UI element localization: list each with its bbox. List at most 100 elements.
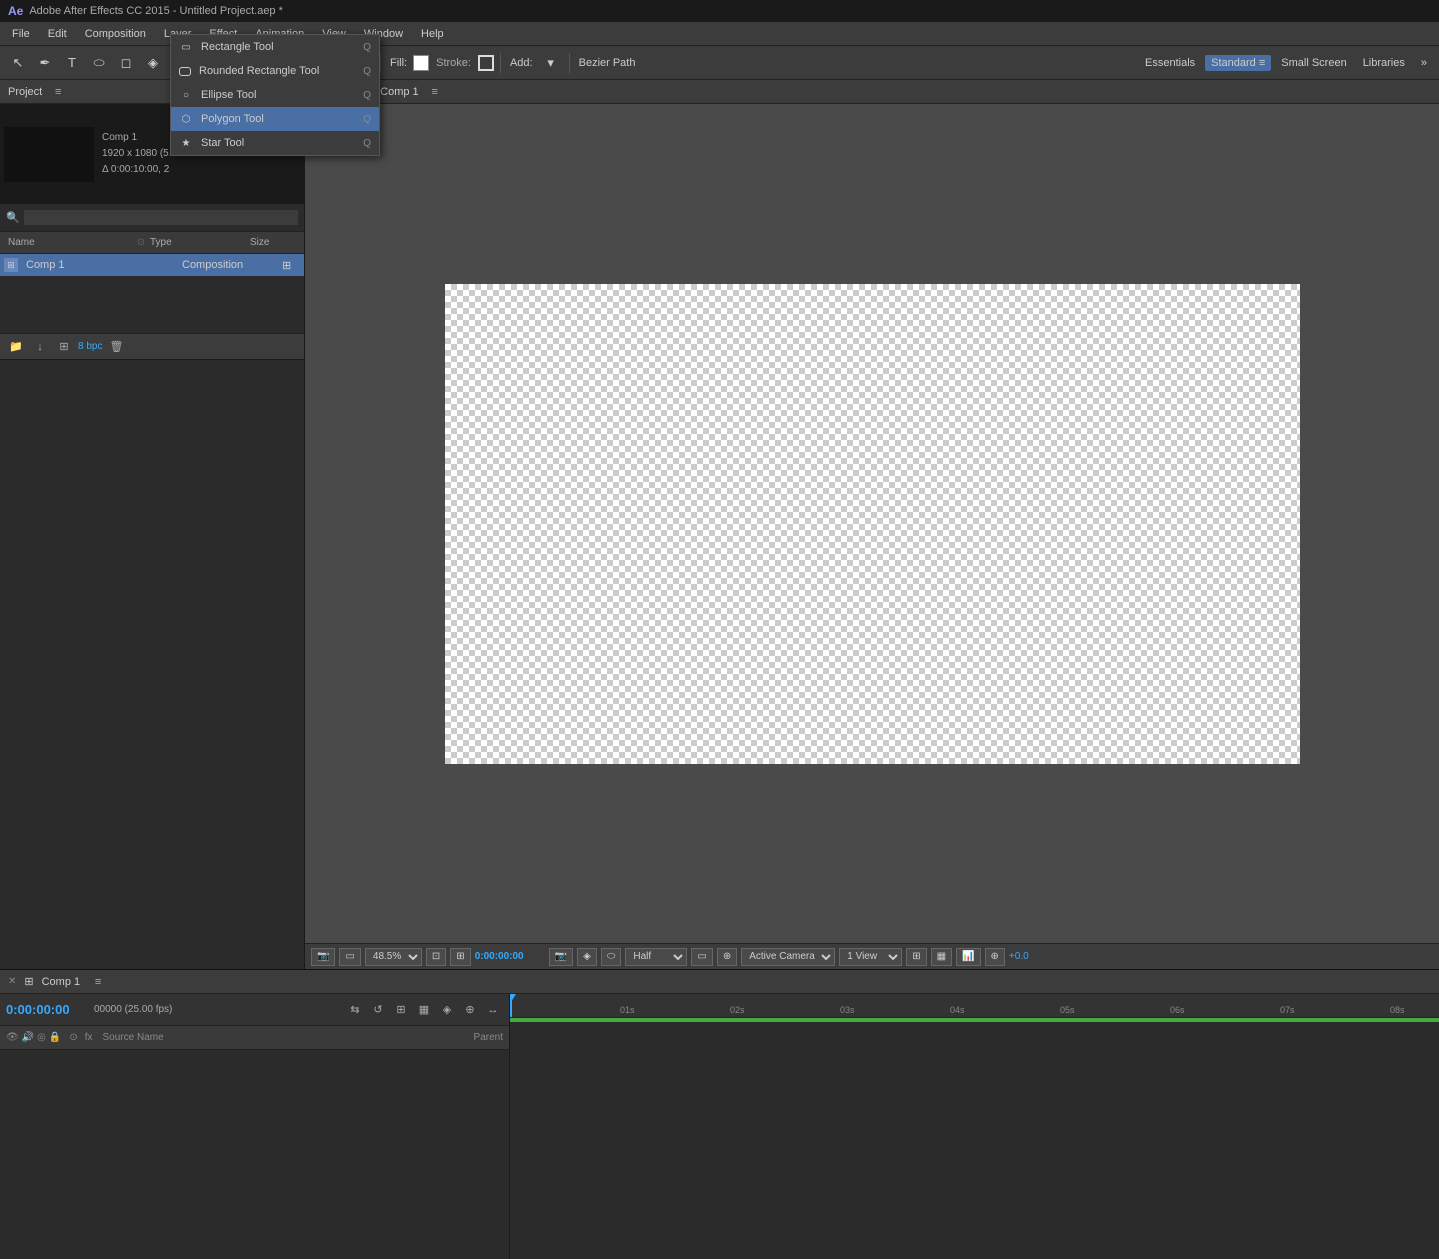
timeline-comp-name: Comp 1	[42, 976, 81, 988]
rounded-rect-shortcut: Q	[363, 66, 371, 77]
menu-composition[interactable]: Composition	[77, 25, 154, 43]
col-label-icon: ⊙	[69, 1032, 77, 1043]
pen-tool[interactable]: ✒	[33, 51, 57, 75]
dropdown-item-ellipse[interactable]: ○ Ellipse Tool Q	[171, 83, 379, 107]
dropdown-item-rectangle-left: ▭ Rectangle Tool	[179, 40, 274, 54]
add-dropdown-btn[interactable]: ▾	[539, 51, 563, 75]
stroke-label: Stroke:	[436, 57, 471, 69]
ws-libraries[interactable]: Libraries	[1357, 55, 1411, 71]
import-icon[interactable]: ↓	[30, 337, 50, 357]
new-folder-icon[interactable]: 📁	[6, 337, 26, 357]
ws-small-screen[interactable]: Small Screen	[1275, 55, 1352, 71]
render-btn[interactable]: ▦	[931, 948, 952, 966]
timeline-tool-buttons: ⇆ ↺ ⊞ ▦ ◈ ⊕ ↔	[345, 1000, 503, 1020]
camera-snapshot-btn[interactable]: 📷	[549, 948, 573, 966]
star-icon: ★	[179, 136, 193, 150]
project-item-name: Comp 1	[22, 259, 182, 271]
timeline-track-area	[510, 1018, 1439, 1259]
comp-panel-menu[interactable]: ≡	[425, 82, 445, 102]
timeline-tool1[interactable]: ⇆	[345, 1000, 365, 1020]
timeline-tool6[interactable]: ⊕	[460, 1000, 480, 1020]
ellipse-shortcut: Q	[363, 90, 371, 101]
project-item-comp1[interactable]: ⊞ Comp 1 Composition ⊞	[0, 254, 304, 276]
timeline-tool5[interactable]: ◈	[437, 1000, 457, 1020]
quality-select[interactable]: Half Full Quarter	[625, 948, 687, 966]
show-channel-btn[interactable]: ▭	[339, 948, 360, 966]
3d-btn[interactable]: ⊕	[985, 948, 1005, 966]
dropdown-item-rounded-rect[interactable]: Rounded Rectangle Tool Q	[171, 59, 379, 83]
timeline-tool3[interactable]: ⊞	[391, 1000, 411, 1020]
comp-area: Composition Comp 1 ≡ 📷 ▭ 48.5% 100% 50% …	[305, 80, 1439, 969]
ellipse-label: Ellipse Tool	[201, 89, 256, 101]
brush-tool[interactable]: ⬭	[87, 51, 111, 75]
timeline-close-btn[interactable]: ✕	[8, 976, 16, 987]
vis-icon: 👁	[6, 1032, 19, 1043]
snapshot-btn[interactable]: 📷	[311, 948, 335, 966]
star-label: Star Tool	[201, 137, 244, 149]
toolbar-sep-3	[380, 53, 381, 73]
ruler-mark-08s: 08s	[1390, 1005, 1405, 1015]
col-icon-space: ⊙	[132, 237, 150, 248]
project-panel-menu[interactable]: ≡	[48, 82, 68, 102]
menu-help[interactable]: Help	[413, 25, 452, 43]
comp-canvas	[305, 104, 1439, 943]
ws-more[interactable]: »	[1415, 55, 1433, 71]
bpc-label: 8 bpc	[78, 341, 102, 352]
ellipse-icon: ○	[179, 88, 193, 102]
comp-icon2: ⊞	[282, 259, 300, 272]
ws-standard[interactable]: Standard ≡	[1205, 55, 1271, 71]
timeline-column-headers: 👁 🔊 ◎ 🔒 ⊙ fx Source Name Parent	[0, 1026, 509, 1050]
timeline-tool2[interactable]: ↺	[368, 1000, 388, 1020]
stroke-color-swatch[interactable]	[478, 55, 494, 71]
lock-icon: 🔒	[49, 1032, 61, 1043]
polygon-icon: ⬡	[179, 112, 193, 126]
grid-btn[interactable]: ⊞	[450, 948, 470, 966]
timeline-ruler[interactable]: 01s 02s 03s 04s 05s 06s 07s 08s	[510, 994, 1439, 1018]
col-header-name: Name	[4, 237, 132, 248]
dropdown-item-polygon[interactable]: ⬡ Polygon Tool Q	[171, 107, 379, 131]
rounded-rect-label: Rounded Rectangle Tool	[199, 65, 319, 77]
transparency-btn[interactable]: ◈	[577, 948, 597, 966]
fast-preview-btn[interactable]: ▭	[691, 948, 712, 966]
audio-icon: 🔊	[22, 1032, 34, 1043]
trash-icon[interactable]: 🗑	[106, 337, 126, 357]
opengl-btn[interactable]: ⊕	[717, 948, 737, 966]
menu-file[interactable]: File	[4, 25, 38, 43]
dropdown-item-rounded-rect-left: Rounded Rectangle Tool	[179, 65, 319, 77]
work-area-bar[interactable]	[510, 1018, 1439, 1022]
selection-tool[interactable]: ↖	[6, 51, 30, 75]
timeline-tool7[interactable]: ↔	[483, 1000, 503, 1020]
shape-tool-dropdown[interactable]: ▭ Rectangle Tool Q Rounded Rectangle Too…	[170, 34, 380, 156]
camera-select[interactable]: Active Camera	[741, 948, 835, 966]
col-header-type: Type	[150, 237, 250, 248]
timeline-vis-icons: 👁 🔊 ◎ 🔒	[6, 1032, 61, 1043]
comp-flow-btn[interactable]: ⊞	[906, 948, 926, 966]
polygon-shortcut: Q	[363, 114, 371, 125]
fit-btn[interactable]: ⊡	[426, 948, 446, 966]
zoom-select[interactable]: 48.5% 100% 50% 25%	[365, 948, 422, 966]
new-comp-icon[interactable]: ⊞	[54, 337, 74, 357]
dropdown-item-polygon-left: ⬡ Polygon Tool	[179, 112, 264, 126]
view-select[interactable]: 1 View 2 Views 4 Views	[839, 948, 902, 966]
preview-info1: 1920 x 1080 (5.	[102, 146, 172, 162]
menu-edit[interactable]: Edit	[40, 25, 75, 43]
timeline-panel-menu[interactable]: ≡	[88, 972, 108, 992]
playhead[interactable]	[510, 994, 512, 1017]
text-tool[interactable]: T	[60, 51, 84, 75]
eraser-tool[interactable]: ◻	[114, 51, 138, 75]
dropdown-item-rectangle[interactable]: ▭ Rectangle Tool Q	[171, 35, 379, 59]
current-time-display[interactable]: 0:00:00:00	[6, 1002, 86, 1017]
ws-essentials[interactable]: Essentials	[1139, 55, 1201, 71]
comp-name-tab[interactable]: Comp 1	[380, 86, 419, 98]
ruler-mark-05s: 05s	[1060, 1005, 1075, 1015]
preview-info: Comp 1 1920 x 1080 (5. Δ 0:00:10:00, 2	[102, 130, 172, 178]
col-header-size: Size	[250, 237, 300, 248]
search-input[interactable]	[24, 210, 298, 225]
dropdown-item-star[interactable]: ★ Star Tool Q	[171, 131, 379, 155]
timeline-tool4[interactable]: ▦	[414, 1000, 434, 1020]
stamp-tool[interactable]: ◈	[141, 51, 165, 75]
graph-btn[interactable]: 📊	[956, 948, 980, 966]
fill-color-swatch[interactable]	[413, 55, 429, 71]
workspace-switcher: Essentials Standard ≡ Small Screen Libra…	[1139, 55, 1433, 71]
region-btn[interactable]: ⬭	[601, 948, 622, 966]
